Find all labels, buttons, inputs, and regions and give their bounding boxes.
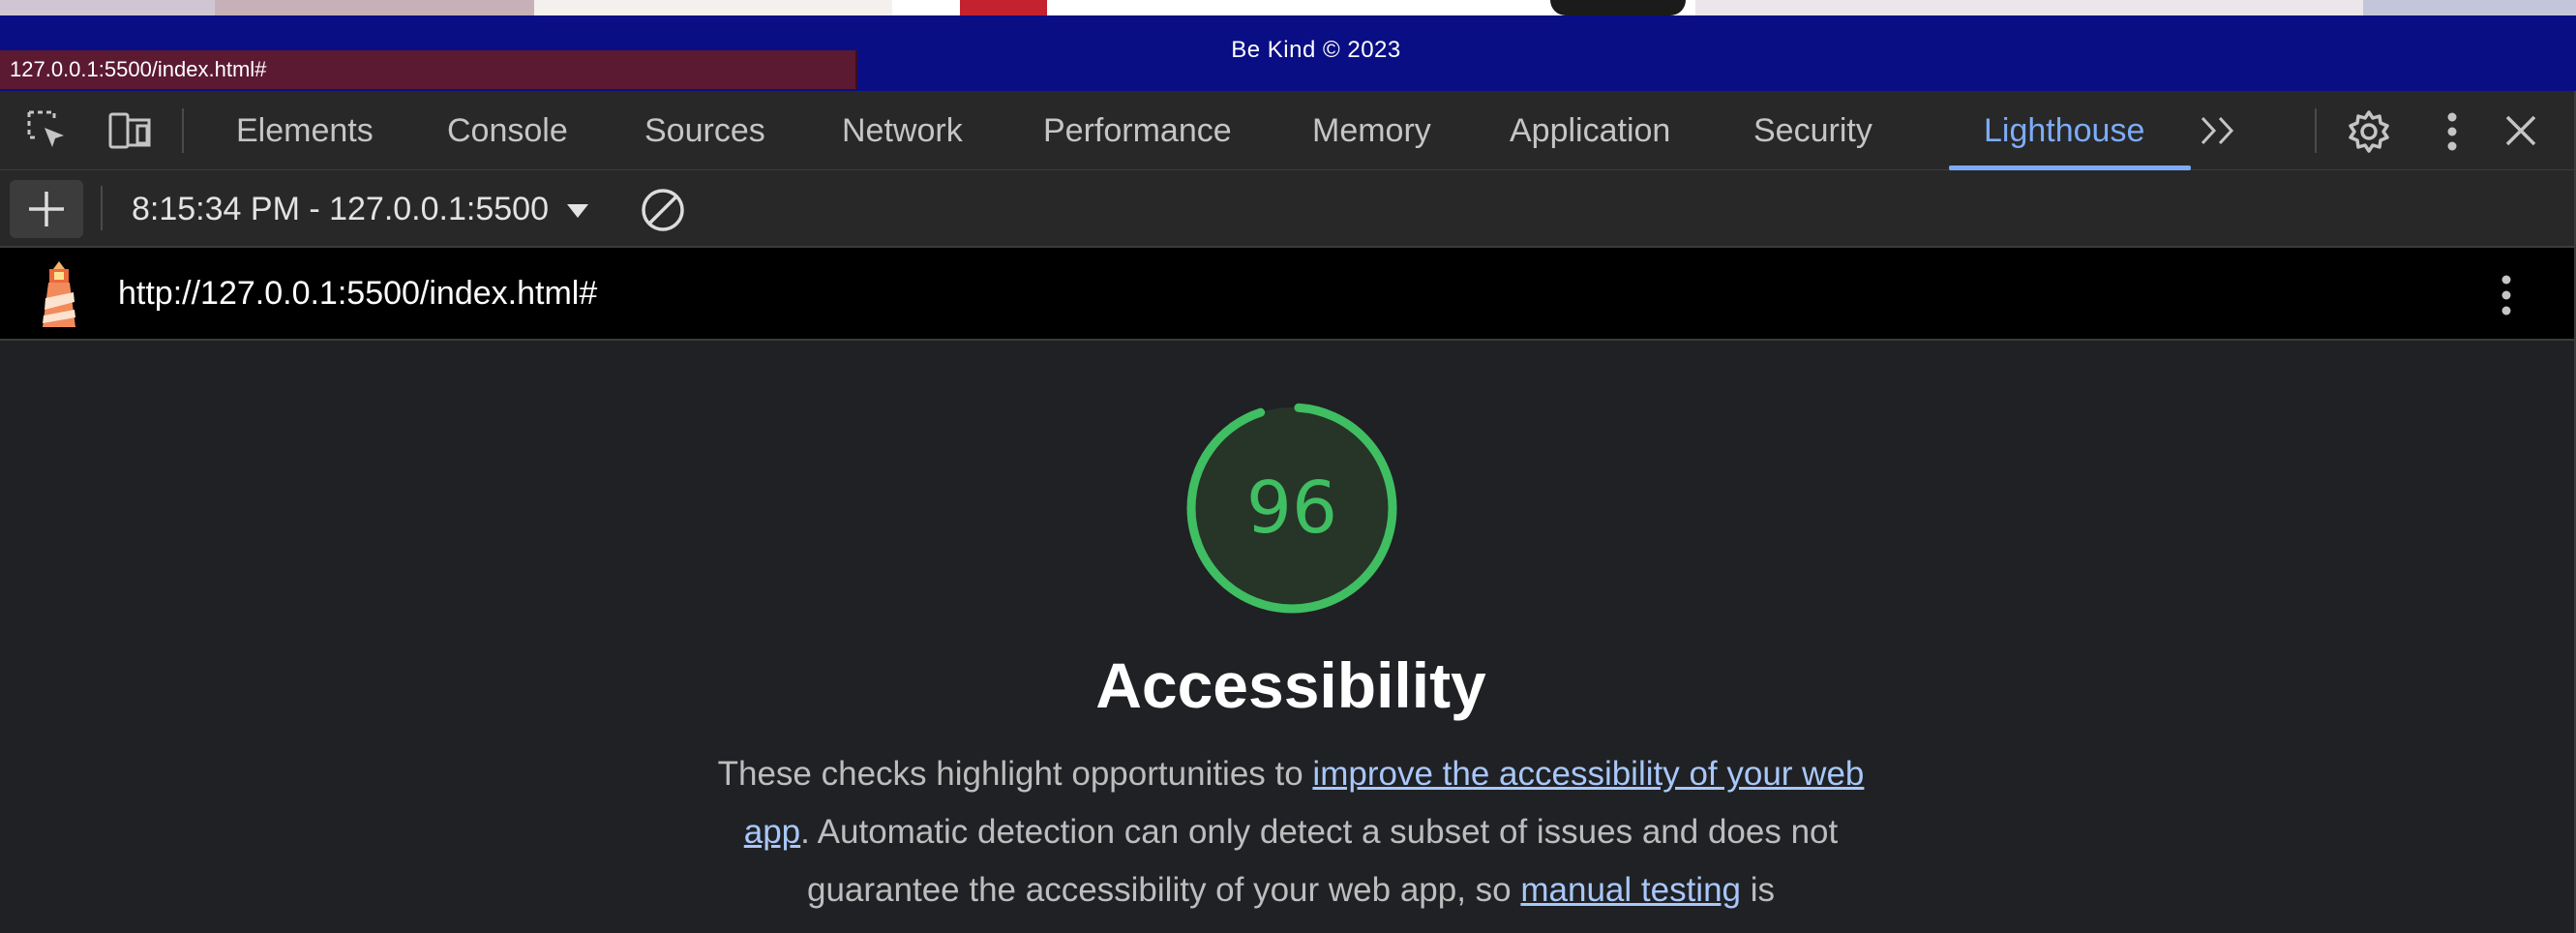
tab-elements[interactable]: Elements (236, 91, 374, 170)
lighthouse-toolbar: 8:15:34 PM - 127.0.0.1:5500 (0, 170, 2576, 248)
kebab-menu-icon[interactable] (2441, 110, 2464, 158)
tab-console[interactable]: Console (447, 91, 568, 170)
category-description: These checks highlight opportunities to … (704, 745, 1877, 919)
page-image (0, 0, 215, 15)
page-image (534, 0, 892, 15)
page-image (215, 0, 679, 15)
toolbar-divider (2315, 108, 2317, 153)
tab-network[interactable]: Network (842, 91, 963, 170)
page-image (892, 0, 1695, 15)
tab-memory[interactable]: Memory (1312, 91, 1431, 170)
category-title: Accessibility (1095, 649, 1486, 721)
page-image (2363, 0, 2576, 15)
report-select-value: 8:15:34 PM - 127.0.0.1:5500 (132, 191, 549, 227)
page-viewport-strip: Be Kind © 2023 127.0.0.1:5500/index.html… (0, 0, 2576, 91)
clear-icon[interactable] (639, 186, 687, 239)
more-tabs-icon[interactable] (2199, 114, 2239, 152)
devtools-tab-bar: Elements Console Sources Network Perform… (0, 91, 2576, 170)
kebab-menu-icon[interactable] (2495, 271, 2518, 324)
lighthouse-report: 96 Accessibility These checks highlight … (0, 341, 2576, 933)
device-toolbar-icon[interactable] (106, 108, 155, 158)
new-report-button[interactable] (10, 180, 83, 238)
link-status-url: 127.0.0.1:5500/index.html# (0, 50, 857, 89)
toolbar-divider (101, 186, 103, 230)
tab-application[interactable]: Application (1510, 91, 1670, 170)
tab-performance[interactable]: Performance (1043, 91, 1232, 170)
tab-security[interactable]: Security (1753, 91, 1872, 170)
description-text: These checks highlight opportunities to (717, 755, 1313, 793)
score-value: 96 (1245, 466, 1338, 550)
tab-sources[interactable]: Sources (644, 91, 765, 170)
inspect-element-icon[interactable] (25, 108, 70, 158)
settings-icon[interactable] (2346, 108, 2392, 160)
report-select-dropdown[interactable]: 8:15:34 PM - 127.0.0.1:5500 (132, 170, 590, 248)
description-text: is (1741, 871, 1776, 909)
manual-testing-link[interactable]: manual testing (1520, 871, 1741, 909)
report-url-bar: http://127.0.0.1:5500/index.html# (0, 248, 2576, 341)
report-url[interactable]: http://127.0.0.1:5500/index.html# (118, 248, 597, 339)
page-image (1695, 0, 2363, 15)
tab-lighthouse[interactable]: Lighthouse (1984, 91, 2144, 170)
close-icon[interactable] (2504, 114, 2537, 152)
dropdown-arrow-icon (567, 204, 589, 219)
toolbar-divider (182, 108, 184, 153)
lighthouse-logo-icon (35, 259, 83, 334)
